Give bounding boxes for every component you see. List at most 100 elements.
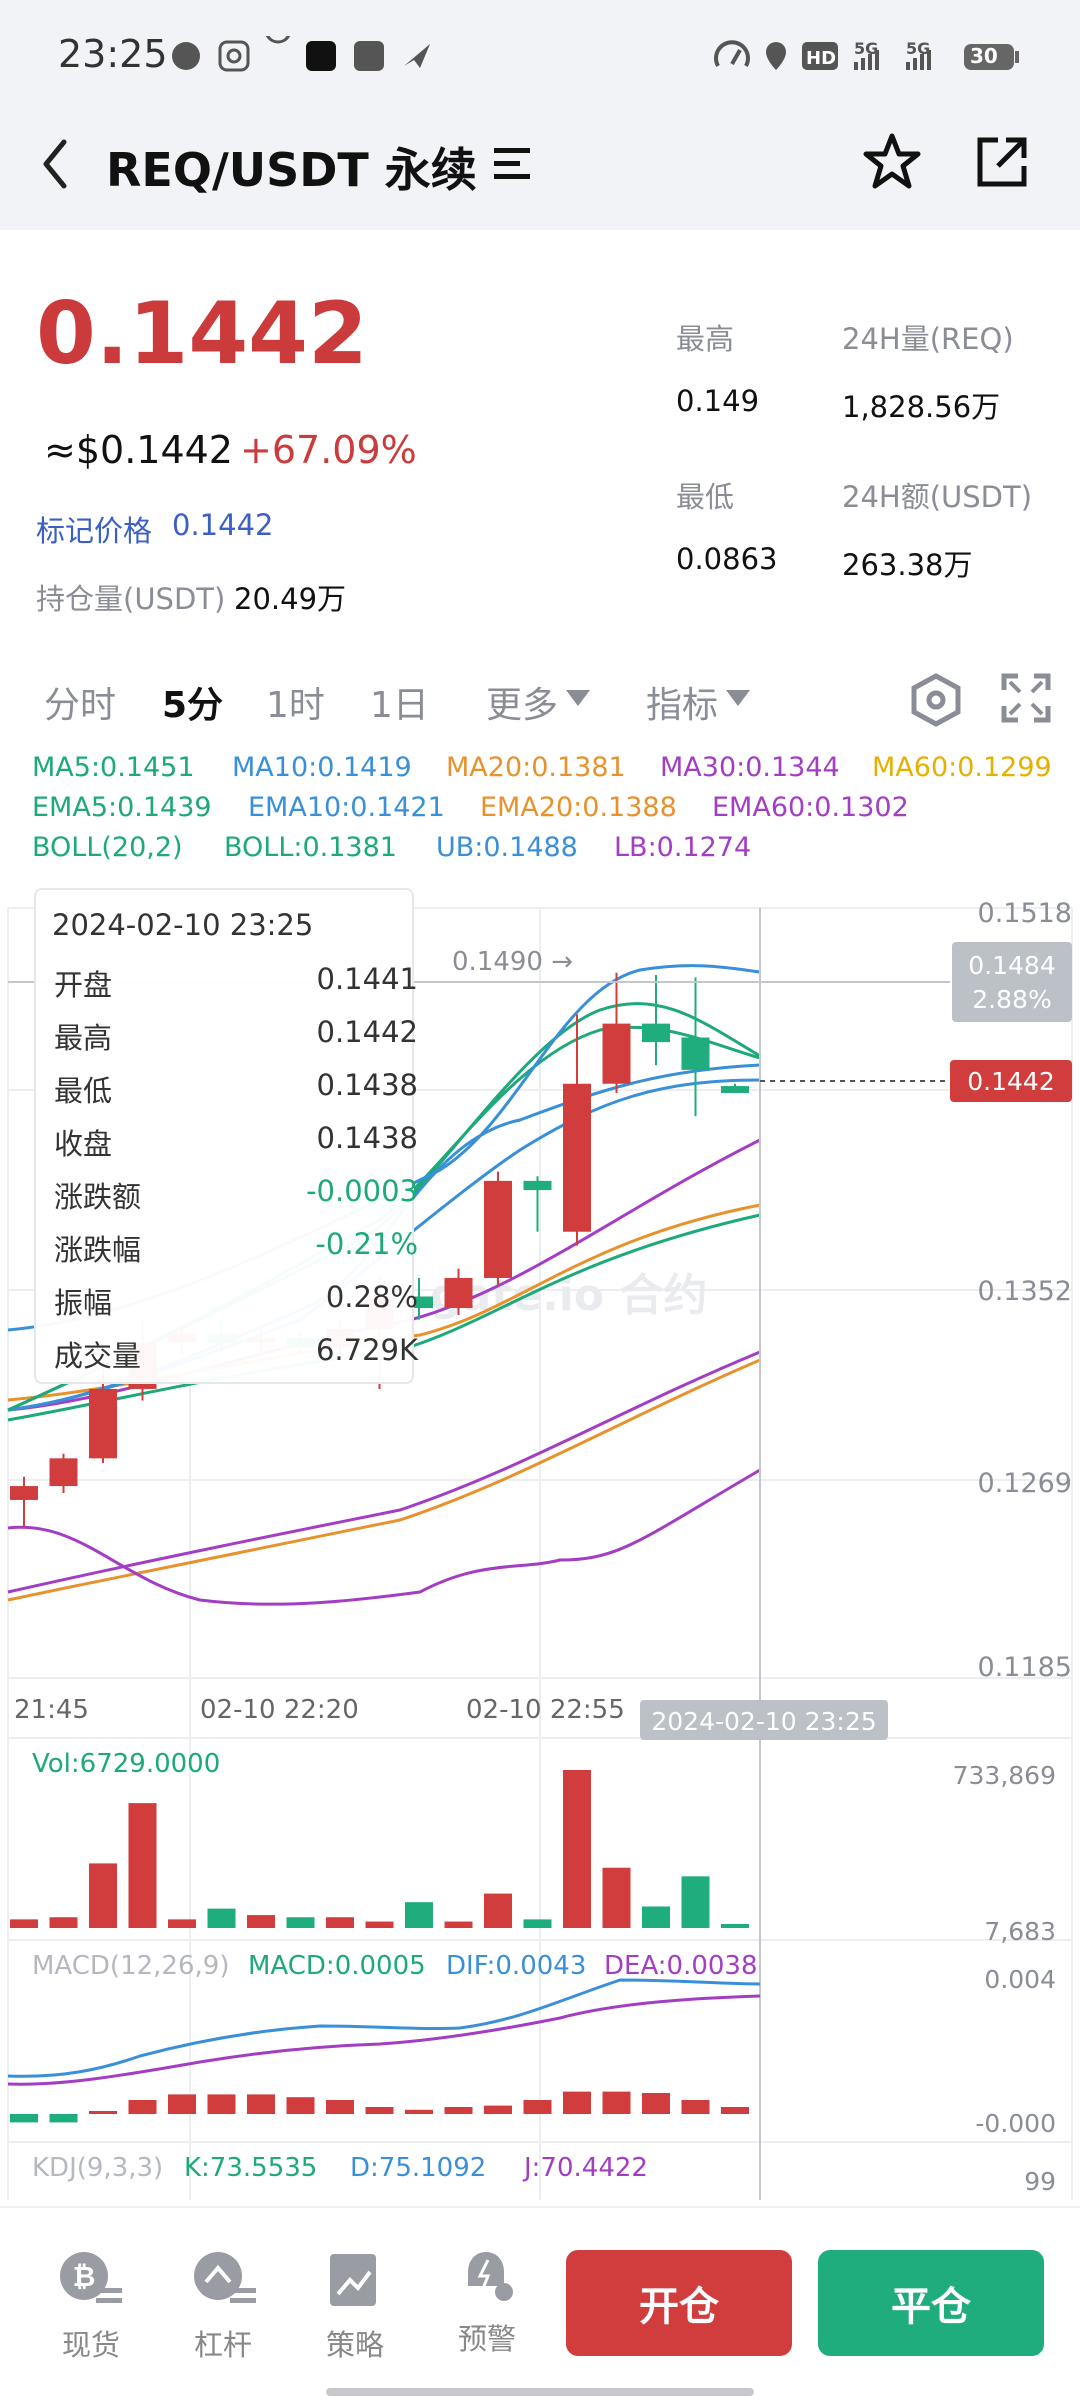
ma60-legend: MA60:0.1299 bbox=[872, 752, 1052, 783]
macd-bar bbox=[128, 2100, 157, 2114]
macd-value: MACD:0.0005 bbox=[248, 1951, 426, 1981]
tooltip-row-high: 最高 0.1442 bbox=[54, 1015, 418, 1055]
favorite-star-icon[interactable] bbox=[860, 130, 924, 194]
macd-bar bbox=[286, 2097, 315, 2114]
macd-bar bbox=[602, 2091, 631, 2114]
tab-more[interactable]: 更多 bbox=[486, 676, 558, 728]
pair-menu-icon[interactable] bbox=[490, 142, 534, 186]
macd-bar bbox=[642, 2093, 670, 2114]
max-price-label: 0.1490 → bbox=[452, 947, 573, 977]
candle-body bbox=[523, 1180, 552, 1191]
svg-text:5G: 5G bbox=[906, 39, 930, 58]
macd-top: 0.004 bbox=[984, 1965, 1056, 1994]
volume-bar bbox=[405, 1902, 433, 1928]
pair-title[interactable]: REQ/USDT 永续 bbox=[106, 134, 477, 200]
macd-histogram bbox=[10, 2091, 749, 2123]
strategy-icon[interactable] bbox=[324, 2250, 388, 2314]
y-tick-bottom: 0.1185 bbox=[978, 1652, 1072, 1683]
dea-line bbox=[7, 1994, 761, 2086]
tooltip-row-change-pct: 涨跌幅 -0.21% bbox=[54, 1227, 418, 1267]
home-indicator[interactable] bbox=[326, 2388, 754, 2396]
open-interest-label: 持仓量(USDT) bbox=[36, 582, 226, 616]
tab-5min[interactable]: 5分 bbox=[162, 676, 223, 728]
ema20-legend: EMA20:0.1388 bbox=[480, 792, 677, 823]
status-time: 23:25 bbox=[58, 32, 168, 76]
macd-bar bbox=[168, 2094, 196, 2114]
x-tick-1: 21:45 bbox=[14, 1695, 89, 1725]
ohlc-tooltip: 2024-02-10 23:25 开盘 0.1441 最高 0.1442 最低 0.1… bbox=[34, 888, 418, 1384]
close-position-button[interactable]: 平仓 bbox=[818, 2250, 1044, 2356]
volume-bar bbox=[721, 1924, 749, 1928]
x-cursor-label: 2024-02-10 23:25 bbox=[651, 1707, 876, 1736]
kdj-top: 99 bbox=[1024, 2167, 1056, 2196]
volume-bar bbox=[326, 1917, 354, 1928]
low-label: 最低 bbox=[676, 480, 735, 514]
leverage-icon[interactable] bbox=[190, 2248, 260, 2312]
macd-bar bbox=[49, 2114, 78, 2123]
close-position-label: 平仓 bbox=[891, 2284, 971, 2330]
mark-price-label[interactable]: 标记价格 bbox=[36, 508, 152, 550]
tab-1day[interactable]: 1日 bbox=[370, 676, 429, 728]
candle-body bbox=[444, 1277, 473, 1309]
macd-bar bbox=[484, 2105, 512, 2114]
more-dropdown-icon bbox=[566, 690, 590, 706]
fullscreen-icon[interactable] bbox=[1000, 672, 1052, 724]
macd-bar bbox=[247, 2094, 275, 2114]
ma5-legend: MA5:0.1451 bbox=[32, 752, 195, 783]
kdj-j: J:70.4422 bbox=[522, 2153, 648, 2183]
open-position-button[interactable]: 开仓 bbox=[566, 2250, 792, 2356]
svg-text:5G: 5G bbox=[854, 39, 878, 58]
candle-body bbox=[602, 1023, 631, 1084]
volume-bar bbox=[286, 1917, 315, 1928]
kdj-d: D:75.1092 bbox=[350, 2153, 486, 2183]
volume-bar bbox=[10, 1919, 38, 1928]
volume-bars bbox=[10, 1770, 749, 1928]
settings-hexagon-icon[interactable] bbox=[908, 672, 964, 728]
alert-label[interactable]: 预警 bbox=[432, 2316, 542, 2358]
leverage-label[interactable]: 杠杆 bbox=[168, 2322, 278, 2364]
tooltip-row-open: 开盘 0.1441 bbox=[54, 962, 418, 1002]
indicators-dropdown-icon bbox=[726, 690, 750, 706]
boll-lb-legend: LB:0.1274 bbox=[614, 832, 752, 863]
volume-min: 7,683 bbox=[984, 1917, 1056, 1946]
alert-icon[interactable] bbox=[456, 2246, 520, 2310]
tab-1hour[interactable]: 1时 bbox=[266, 676, 325, 728]
open-interest-value: 20.49万 bbox=[234, 582, 347, 616]
macd-bar bbox=[563, 2091, 591, 2114]
share-icon[interactable] bbox=[972, 132, 1032, 192]
amount-24h-label: 24H额(USDT) bbox=[842, 480, 1033, 514]
last-price: 0.1442 bbox=[36, 284, 368, 384]
boll-legend: BOLL(20,2) bbox=[32, 832, 183, 863]
tooltip-row-close: 收盘 0.1438 bbox=[54, 1121, 418, 1161]
spot-label[interactable]: 现货 bbox=[36, 2322, 146, 2364]
macd-dea: DEA:0.0038 bbox=[604, 1951, 758, 1981]
strategy-label[interactable]: 策略 bbox=[300, 2322, 410, 2364]
volume-bar bbox=[168, 1919, 196, 1928]
high-label: 最高 bbox=[676, 322, 735, 356]
page-header: REQ/USDT 永续 bbox=[0, 110, 1080, 230]
ema10-legend: EMA10:0.1421 bbox=[248, 792, 445, 823]
volume-24h-label: 24H量(REQ) bbox=[842, 322, 1014, 356]
tooltip-row-change: 涨跌额 -0.0003 bbox=[54, 1174, 418, 1214]
macd-bar bbox=[405, 2109, 433, 2114]
spot-icon[interactable]: ₿ bbox=[56, 2248, 126, 2312]
boll-lb-line bbox=[7, 1468, 761, 1606]
kdj-k: K:73.5535 bbox=[184, 2153, 317, 2183]
y-tick-top: 0.1518 bbox=[978, 898, 1072, 929]
volume-bar bbox=[484, 1893, 512, 1928]
macd-bottom: -0.000 bbox=[975, 2109, 1056, 2138]
tab-timeline[interactable]: 分时 bbox=[44, 676, 116, 728]
macd-bar bbox=[207, 2094, 236, 2114]
x-tick-3: 02-10 22:55 bbox=[466, 1695, 625, 1725]
candle-body bbox=[642, 1023, 670, 1043]
volume-bar bbox=[128, 1803, 157, 1928]
candle-body bbox=[484, 1180, 512, 1278]
tab-indicators[interactable]: 指标 bbox=[646, 676, 718, 728]
crosshair-percent: 2.88% bbox=[972, 985, 1051, 1014]
low-value: 0.0863 bbox=[676, 542, 778, 576]
macd-bar bbox=[523, 2100, 552, 2114]
ema5-legend: EMA5:0.1439 bbox=[32, 792, 212, 823]
ma10-legend: MA10:0.1419 bbox=[232, 752, 412, 783]
boll-mid-legend: BOLL:0.1381 bbox=[224, 832, 397, 863]
back-icon[interactable] bbox=[36, 134, 76, 194]
